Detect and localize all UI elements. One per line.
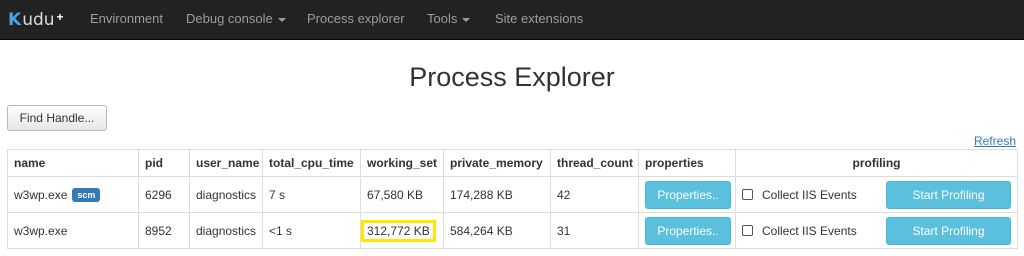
nav-tools-label: Tools [427,11,458,26]
nav-process-explorer[interactable]: Process explorer [307,0,405,40]
process-name: w3wp.exe [14,223,68,238]
column-header-private-memory: private_memory [443,149,551,177]
kudu-logo[interactable]: K udu + [8,9,64,31]
column-header-properties: properties [638,149,736,177]
column-header-thread-count: thread_count [550,149,639,177]
scm-badge: scm [72,187,101,202]
nav-tools[interactable]: Tools [427,0,471,40]
nav-environment[interactable]: Environment [90,0,163,40]
top-navbar: K udu + Environment Debug console Proces… [0,0,1024,40]
cell-name: w3wp.exe scm [7,176,139,213]
collect-iis-events-label: Collect IIS Events [762,187,857,202]
nav-site-extensions-label: Site extensions [495,11,584,26]
find-handle-button[interactable]: Find Handle... [7,105,107,131]
cell-pid: 8952 [138,212,190,249]
cell-pid: 6296 [138,176,190,213]
cell-private-memory: 174,288 KB [443,176,551,213]
collect-iis-events-checkbox[interactable] [742,188,753,200]
cell-user-name: diagnostics [189,212,263,249]
column-header-profiling: profiling [735,149,1018,177]
table-row[interactable]: w3wp.exe scm 6296 diagnostics 7 s 67,580 … [7,176,1018,213]
cell-name: w3wp.exe [7,212,139,249]
cell-total-cpu-time: <1 s [262,212,361,249]
cell-private-memory: 584,264 KB [443,212,551,249]
cell-thread-count: 31 [550,212,639,249]
nav-environment-label: Environment [90,11,163,26]
cell-working-set: 67,580 KB [360,176,444,213]
working-set-highlight: 312,772 KB [361,219,436,242]
brand-text: udu [22,10,55,30]
nav-process-explorer-label: Process explorer [307,11,405,26]
brand-mark: K [8,10,22,30]
page-title: Process Explorer [409,62,615,92]
caret-down-icon [277,17,286,22]
process-name: w3wp.exe [14,187,68,202]
column-header-user-name: user_name [189,149,263,177]
cell-total-cpu-time: 7 s [262,176,361,213]
cell-profiling: Collect IIS Events Start Profiling [735,176,1018,213]
table-header-row: name pid user_name total_cpu_time workin… [7,149,1018,177]
properties-button[interactable]: Properties.. [645,216,731,245]
caret-down-icon [462,17,471,22]
profiling-controls: Collect IIS Events Start Profiling [742,180,1011,209]
process-table: name pid user_name total_cpu_time workin… [7,149,1018,249]
cell-properties: Properties.. [638,212,736,249]
cell-properties: Properties.. [638,176,736,213]
nav-debug-console-label: Debug console [186,11,273,26]
column-header-name: name [7,149,139,177]
cell-user-name: diagnostics [189,176,263,213]
cell-profiling: Collect IIS Events Start Profiling [735,212,1018,249]
refresh-link[interactable]: Refresh [974,134,1016,148]
collect-iis-events-checkbox[interactable] [742,224,753,236]
profiling-controls: Collect IIS Events Start Profiling [742,216,1011,245]
column-header-working-set: working_set [360,149,444,177]
column-header-total-cpu-time: total_cpu_time [262,149,361,177]
cell-thread-count: 42 [550,176,639,213]
column-header-pid: pid [138,149,190,177]
nav-site-extensions[interactable]: Site extensions [495,0,583,40]
cell-working-set: 312,772 KB [360,212,444,249]
start-profiling-button[interactable]: Start Profiling [886,180,1011,209]
nav-debug-console[interactable]: Debug console [186,0,286,40]
collect-iis-events-option[interactable]: Collect IIS Events [742,188,857,202]
collect-iis-events-label: Collect IIS Events [762,223,857,238]
properties-button[interactable]: Properties.. [645,180,731,209]
table-row[interactable]: w3wp.exe 8952 diagnostics <1 s 312,772 K… [7,212,1018,249]
start-profiling-button[interactable]: Start Profiling [886,216,1011,245]
collect-iis-events-option[interactable]: Collect IIS Events [742,224,857,238]
brand-plus: + [56,10,64,24]
